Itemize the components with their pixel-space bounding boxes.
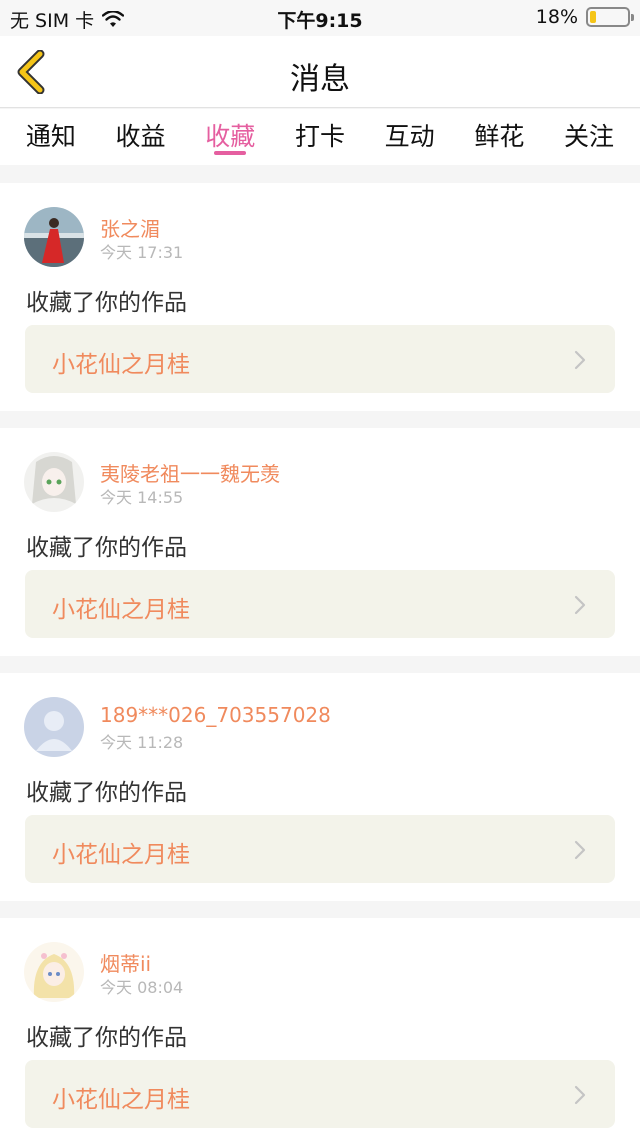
username[interactable]: 189***026_703557028 (100, 703, 331, 727)
tab-notifications[interactable]: 通知 (11, 109, 91, 165)
avatar-photo (24, 452, 84, 512)
timestamp: 今天 17:31 (100, 243, 184, 262)
message-card: 张之湄 今天 17:31 收藏了你的作品 小花仙之月桂 (0, 183, 640, 411)
active-tab-indicator (214, 151, 247, 155)
username[interactable]: 夷陵老祖一一魏无羡 (100, 458, 280, 487)
battery-percent: 18% (535, 6, 578, 28)
action-text: 收藏了你的作品 (26, 780, 187, 806)
work-title: 小花仙之月桂 (52, 597, 190, 623)
work-link[interactable]: 小花仙之月桂 (25, 815, 615, 883)
tab-label: 打卡 (294, 122, 345, 151)
action-text: 收藏了你的作品 (26, 290, 187, 316)
tab-label: 收藏 (205, 122, 256, 151)
work-link[interactable]: 小花仙之月桂 (25, 1060, 615, 1128)
tab-label: 通知 (25, 122, 76, 151)
avatar[interactable] (24, 942, 84, 1002)
avatar[interactable] (24, 207, 84, 267)
chevron-right-icon (574, 595, 586, 615)
tab-label: 关注 (564, 122, 615, 151)
chevron-right-icon (574, 1085, 586, 1105)
chevron-right-icon (574, 350, 586, 370)
tab-bar: 通知 收益 收藏 打卡 互动 鲜花 关注 (0, 109, 640, 165)
work-link[interactable]: 小花仙之月桂 (25, 325, 615, 393)
tab-following[interactable]: 关注 (549, 109, 629, 165)
battery-icon (586, 7, 634, 27)
tab-earnings[interactable]: 收益 (101, 109, 181, 165)
default-avatar-icon (24, 697, 84, 757)
chevron-right-icon (574, 840, 586, 860)
tab-checkin[interactable]: 打卡 (280, 109, 360, 165)
timestamp: 今天 08:04 (100, 978, 184, 997)
nav-bar: 消息 (0, 36, 640, 108)
status-bar: 无 SIM 卡 下午9:15 18% (0, 0, 640, 36)
status-right: 18% (535, 6, 634, 28)
timestamp: 今天 11:28 (100, 733, 184, 752)
work-title: 小花仙之月桂 (52, 352, 190, 378)
avatar[interactable] (24, 452, 84, 512)
work-title: 小花仙之月桂 (52, 1087, 190, 1113)
message-card: 189***026_703557028 今天 11:28 收藏了你的作品 小花仙… (0, 673, 640, 901)
avatar-photo (24, 942, 84, 1002)
tab-interaction[interactable]: 互动 (370, 109, 450, 165)
timestamp: 今天 14:55 (100, 488, 184, 507)
action-text: 收藏了你的作品 (26, 1025, 187, 1051)
username[interactable]: 张之湄 (100, 213, 160, 242)
tab-favorites[interactable]: 收藏 (190, 109, 270, 165)
work-title: 小花仙之月桂 (52, 842, 190, 868)
page-title: 消息 (290, 62, 350, 97)
avatar-photo (24, 207, 84, 267)
battery-fill (590, 11, 597, 23)
avatar[interactable] (24, 697, 84, 757)
username[interactable]: 烟蒂ii (100, 948, 151, 977)
tab-label: 互动 (384, 122, 435, 151)
action-text: 收藏了你的作品 (26, 535, 187, 561)
tab-flowers[interactable]: 鲜花 (459, 109, 539, 165)
tab-label: 收益 (115, 122, 166, 151)
work-link[interactable]: 小花仙之月桂 (25, 570, 615, 638)
message-card: 烟蒂ii 今天 08:04 收藏了你的作品 小花仙之月桂 (0, 918, 640, 1139)
message-card: 夷陵老祖一一魏无羡 今天 14:55 收藏了你的作品 小花仙之月桂 (0, 428, 640, 656)
tab-label: 鲜花 (474, 122, 525, 151)
